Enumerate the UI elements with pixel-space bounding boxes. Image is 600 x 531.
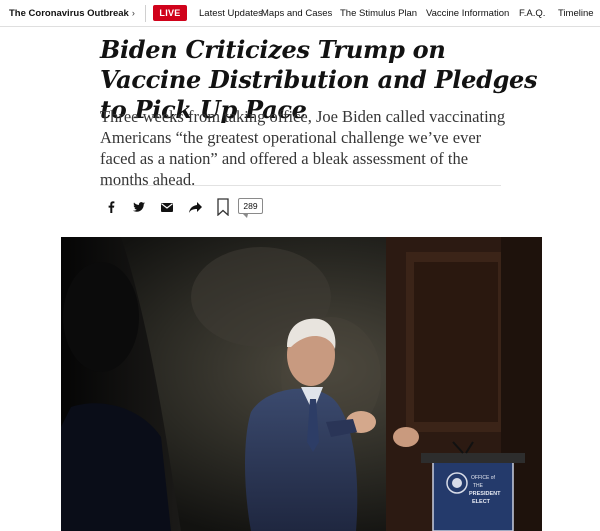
- comments-button[interactable]: 289: [238, 198, 263, 218]
- live-badge[interactable]: LIVE: [153, 5, 187, 21]
- podium-text-elect: ELECT: [472, 499, 491, 505]
- email-icon[interactable]: [156, 196, 178, 218]
- top-nav-bar: The Coronavirus Outbreak › LIVE Latest Up…: [0, 0, 600, 27]
- bookmark-icon[interactable]: [217, 198, 229, 216]
- article-summary: Three weeks from taking office, Joe Bide…: [100, 107, 506, 189]
- nav-item-timeline[interactable]: Timeline: [558, 8, 594, 19]
- podium-text-the: THE: [473, 483, 484, 489]
- nav-item-stimulus-plan[interactable]: The Stimulus Plan: [340, 8, 417, 19]
- twitter-icon[interactable]: [128, 196, 150, 218]
- comment-count: 289: [243, 201, 258, 211]
- comment-bubble-tail: [243, 214, 248, 218]
- facebook-icon[interactable]: [100, 196, 122, 218]
- nav-item-vaccine-information[interactable]: Vaccine Information: [426, 8, 509, 19]
- nav-item-maps-and-cases[interactable]: Maps and Cases: [261, 8, 332, 19]
- lead-photo: OFFICE of THE PRESIDENT ELECT: [61, 237, 542, 531]
- share-icon[interactable]: [184, 196, 206, 218]
- divider: [100, 185, 501, 186]
- nav-item-latest-updates[interactable]: Latest Updates: [199, 8, 263, 19]
- podium-text-office: OFFICE of: [471, 475, 496, 481]
- nav-divider: [145, 5, 146, 22]
- section-label: The Coronavirus Outbreak: [9, 8, 129, 19]
- nav-item-faq[interactable]: F.A.Q.: [519, 8, 545, 19]
- podium-text-president: PRESIDENT: [469, 491, 501, 497]
- chevron-right-icon: ›: [131, 8, 135, 18]
- section-link-coronavirus-outbreak[interactable]: The Coronavirus Outbreak ›: [9, 8, 135, 19]
